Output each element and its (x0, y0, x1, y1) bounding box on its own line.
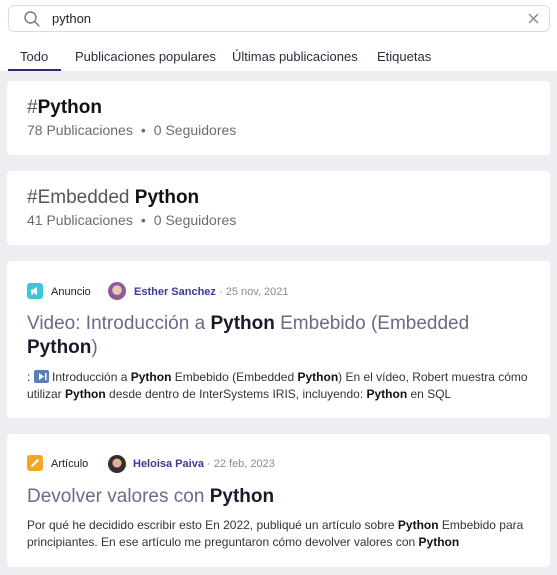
title-part: Embebido (Embedded (274, 313, 470, 334)
excerpt-highlight: Python (297, 370, 339, 384)
post-title[interactable]: Devolver valores con Python (27, 485, 537, 509)
excerpt-part: Embebido (Embedded (171, 370, 298, 384)
tag-title[interactable]: #Python (27, 97, 102, 119)
excerpt-highlight: Python (366, 386, 408, 401)
post-author[interactable]: Esther Sanchez · 25 nov, 2021 (134, 286, 289, 298)
tag-meta: 78 Publicaciones • 0 Seguidores (27, 122, 236, 138)
tag-name-highlight: Python (37, 97, 102, 118)
post-type-label: Anuncio (51, 286, 91, 298)
title-part: ) (91, 337, 98, 358)
excerpt-highlight: Python (418, 534, 460, 549)
tag-title[interactable]: #Embedded Python (27, 187, 199, 209)
post-card[interactable]: Artículo Heloisa Paiva · 22 feb, 2023 De… (7, 434, 550, 567)
megaphone-icon (31, 287, 37, 295)
tag-card[interactable]: #Python 78 Publicaciones • 0 Seguidores (7, 81, 550, 155)
post-excerpt: Por qué he decidido escribir esto En 202… (27, 517, 532, 550)
excerpt-part: desde dentro de InterSystems IRIS, inclu… (105, 386, 367, 401)
tab-todo[interactable]: Todo (20, 49, 48, 64)
tag-meta: 41 Publicaciones • 0 Seguidores (27, 212, 236, 228)
title-highlight: Python (27, 337, 92, 358)
tag-name-highlight: Python (134, 187, 200, 208)
excerpt-part: Por qué he decidido escribir esto En 202… (27, 518, 398, 532)
separator-dot: • (140, 122, 146, 138)
post-title[interactable]: Video: Introducción a Python Embebido (E… (27, 312, 537, 360)
author-name[interactable]: Heloisa Paiva (133, 458, 204, 470)
author-name[interactable]: Esther Sanchez (134, 286, 216, 298)
tag-follower-count: 0 Seguidores (153, 122, 237, 138)
excerpt-highlight: Python (130, 370, 172, 384)
post-date: · 22 feb, 2023 (207, 458, 275, 470)
avatar[interactable] (108, 455, 126, 473)
excerpt-part: Introducción a (48, 370, 131, 384)
excerpt-part: : (27, 370, 34, 384)
separator-dot: • (140, 212, 146, 228)
excerpt-highlight: Python (397, 518, 439, 532)
tab-bar: Todo Publicaciones populares Últimas pub… (0, 42, 557, 71)
top-area: python Todo Publicaciones populares Últi… (0, 0, 557, 71)
tag-hash: # (27, 187, 38, 208)
tab-latest[interactable]: Últimas publicaciones (232, 49, 358, 64)
title-part: Devolver valores con (27, 486, 210, 507)
post-card[interactable]: Anuncio Esther Sanchez · 25 nov, 2021 Vi… (7, 261, 550, 418)
avatar[interactable] (108, 282, 126, 300)
tag-card[interactable]: #Embedded Python 41 Publicaciones • 0 Segu… (7, 171, 550, 245)
title-part: Video: Introducción a (27, 313, 211, 334)
post-type-label: Artículo (51, 458, 89, 470)
post-date: · 25 nov, 2021 (218, 286, 289, 298)
close-icon[interactable] (527, 12, 540, 25)
tab-tags[interactable]: Etiquetas (377, 49, 431, 64)
active-tab-indicator (8, 69, 61, 71)
search-icon (24, 11, 40, 27)
article-type-icon (27, 455, 43, 471)
announcement-type-icon (27, 283, 43, 299)
post-excerpt: : Introducción a Python Embebido (Embedd… (27, 369, 532, 402)
title-highlight: Python (209, 486, 275, 507)
search-bar[interactable]: python (8, 5, 550, 32)
tag-follower-count: 0 Seguidores (153, 212, 237, 228)
search-input[interactable]: python (52, 11, 91, 26)
tag-name-plain: Embedded (37, 187, 135, 208)
tag-hash: # (27, 97, 38, 118)
title-highlight: Python (210, 313, 275, 334)
play-video-icon (33, 370, 49, 383)
pencil-icon (31, 459, 39, 467)
post-author[interactable]: Heloisa Paiva · 22 feb, 2023 (133, 458, 275, 470)
tag-post-count: 41 Publicaciones (27, 212, 133, 228)
tab-popular[interactable]: Publicaciones populares (75, 49, 216, 64)
excerpt-part: en SQL (407, 386, 452, 401)
tag-post-count: 78 Publicaciones (27, 122, 133, 138)
excerpt-highlight: Python (65, 386, 106, 401)
